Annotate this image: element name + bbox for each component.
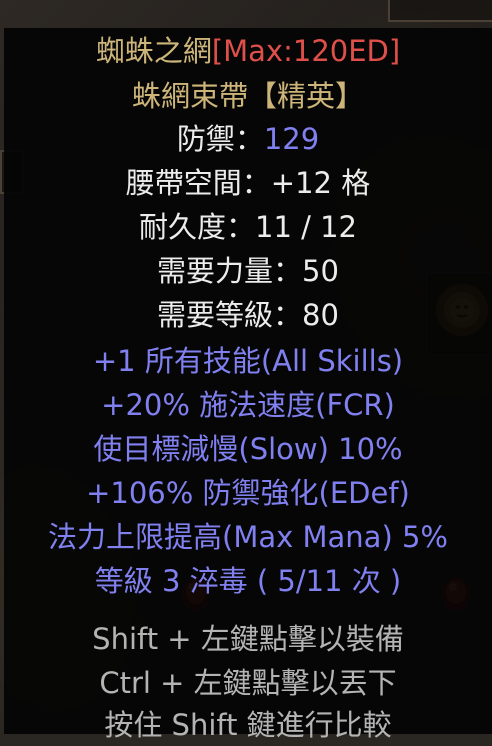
stat-value: 129 (263, 122, 320, 156)
stat-value: 80 (302, 298, 339, 332)
stat-durability: 耐久度：11 / 12 (4, 206, 492, 248)
hint-shift-compare: 按住 Shift 鍵進行比較 (104, 708, 392, 742)
item-base-type: 蛛網束帶【精英】 (131, 79, 364, 113)
mod-max-mana: 法力上限提高(Max Mana) 5% (48, 520, 448, 554)
stat-required-level: 需要等級：80 (4, 294, 492, 336)
hint-shift-equip: Shift + 左鍵點擊以裝備 (92, 622, 404, 656)
stat-belt-capacity: 腰帶空間：+12 格 (4, 162, 492, 204)
stat-label: 腰帶空間： (125, 166, 271, 200)
item-title-line: 蜘蛛之網[Max:120ED] (4, 30, 492, 72)
stat-defense: 防禦：129 (4, 118, 492, 160)
stat-label: 耐久度： (138, 210, 255, 244)
hint-ctrl-drop: Ctrl + 左鍵點擊以丟下 (99, 666, 397, 700)
mod-fcr: +20% 施法速度(FCR) (101, 388, 395, 422)
mod-venom-charges: 等級 3 淬毒 ( 5/11 次 ) (94, 564, 402, 598)
stat-value: 50 (302, 254, 339, 288)
stat-label: 防禦： (176, 122, 264, 156)
mod-enhanced-defense: +106% 防禦強化(EDef) (86, 476, 410, 510)
max-ed-tag: [Max:120ED] (211, 34, 401, 68)
stat-value: +12 格 (270, 166, 371, 200)
mod-slow-target: 使目標減慢(Slow) 10% (93, 432, 403, 466)
inventory-slot-frame[interactable] (388, 0, 492, 22)
item-name: 蜘蛛之網 (95, 34, 212, 68)
stat-required-strength: 需要力量：50 (4, 250, 492, 292)
stat-label: 需要等級： (157, 298, 303, 332)
stat-value: 11 / 12 (255, 210, 358, 244)
stat-label: 需要力量： (157, 254, 303, 288)
mod-all-skills: +1 所有技能(All Skills) (92, 344, 404, 378)
